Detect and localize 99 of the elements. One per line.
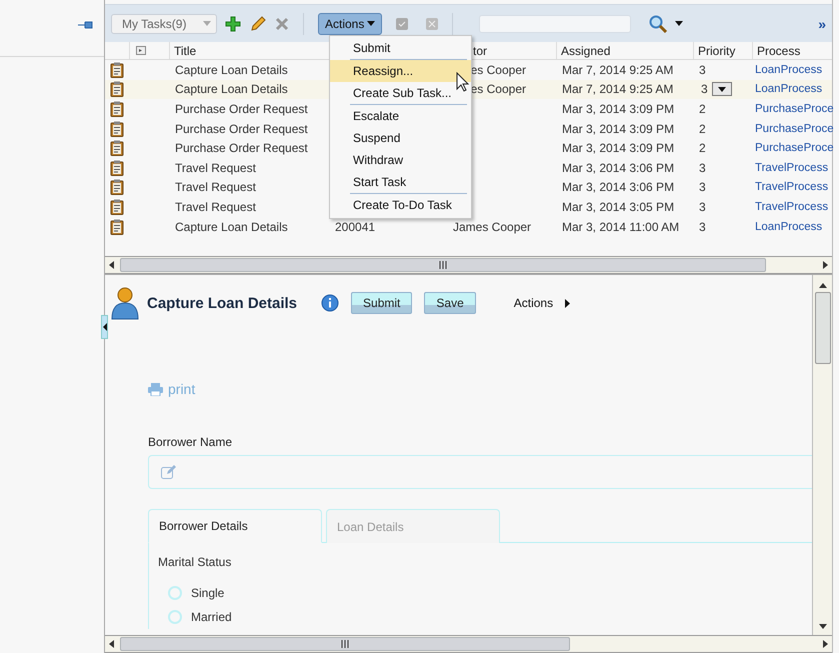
clipboard-icon (110, 62, 124, 78)
menu-item[interactable]: Escalate (330, 105, 471, 127)
radio-label: Single (191, 586, 224, 600)
scroll-left-icon[interactable] (109, 640, 114, 648)
table-cell-text: Mar 3, 2014 11:00 AM (561, 220, 680, 234)
expand-arrow-icon[interactable] (565, 298, 570, 308)
clipboard-icon (110, 160, 124, 176)
clipboard-icon (110, 179, 124, 196)
caret-icon[interactable] (675, 21, 684, 26)
actions-button[interactable]: Actions (318, 12, 382, 34)
user-icon (111, 286, 139, 320)
horizontal-scrollbar[interactable] (105, 256, 832, 274)
task-title[interactable]: Travel Request (169, 160, 262, 175)
process-link[interactable]: LoanProcess (752, 220, 832, 233)
table-cell-text: Mar 7, 2014 9:25 AM (561, 62, 674, 77)
process-link[interactable]: PurchaseProce (752, 142, 832, 154)
add-icon[interactable] (225, 16, 241, 32)
table-cell-text: 3 (698, 200, 707, 214)
field-label: Borrower Name (148, 435, 232, 449)
form-button[interactable]: Submit (351, 292, 412, 314)
clipboard-icon (110, 198, 124, 215)
collapse-handle[interactable] (101, 315, 108, 339)
table-cell-text: 3 (698, 180, 707, 194)
table-cell-text: Mar 7, 2014 9:25 AM (561, 82, 674, 96)
menu-item[interactable]: Suspend (330, 127, 471, 149)
clipboard-icon (110, 218, 124, 235)
scroll-up-icon[interactable] (818, 283, 826, 288)
task-title[interactable]: Purchase Order Request (169, 141, 314, 156)
borrower-name-field[interactable] (148, 455, 812, 489)
section-label: Marital Status (158, 555, 232, 569)
form-tab[interactable]: Borrower Details (148, 509, 322, 543)
column-header[interactable]: Priority (693, 42, 752, 59)
process-link[interactable]: TravelProcess (752, 200, 832, 213)
process-link[interactable]: LoanProcess (752, 64, 832, 76)
menu-item[interactable]: Withdraw (330, 149, 471, 171)
task-title[interactable]: Travel Request (169, 200, 262, 214)
task-title[interactable]: Travel Request (169, 180, 262, 194)
task-title[interactable]: Capture Loan Details (169, 62, 294, 77)
table-cell-text: 200041 (334, 220, 376, 234)
radio-label: Married (191, 610, 232, 624)
task-title[interactable]: Purchase Order Request (169, 122, 314, 136)
clipboard-icon (110, 100, 124, 117)
caret-icon (367, 21, 376, 26)
info-icon[interactable] (321, 294, 340, 312)
search-icon[interactable] (649, 14, 668, 32)
table-cell-text: 3 (698, 220, 707, 234)
table-cell-text: James Cooper (452, 220, 532, 234)
table-cell-text: 2 (698, 102, 707, 116)
radio-button[interactable] (168, 610, 182, 624)
table-cell-text: Mar 3, 2014 3:06 PM (561, 160, 676, 175)
scroll-down-icon[interactable] (818, 624, 826, 629)
form-title: Capture Loan Details (147, 294, 298, 312)
process-link[interactable]: LoanProcess (752, 83, 832, 96)
scrollbar-thumb[interactable] (814, 292, 830, 364)
menu-item[interactable]: Start Task (330, 171, 471, 193)
printer-icon (148, 382, 163, 396)
table-cell-text: Mar 3, 2014 3:05 PM (561, 200, 676, 214)
form-button[interactable]: Save (424, 292, 476, 314)
more-icon[interactable]: » (818, 16, 826, 32)
column-header[interactable]: Assigned (556, 42, 693, 59)
edit-icon (161, 465, 176, 479)
menu-item[interactable]: Create To-Do Task (330, 194, 471, 216)
table-cell-text: Mar 3, 2014 3:09 PM (561, 122, 676, 136)
vertical-scrollbar[interactable] (812, 275, 832, 635)
scroll-right-icon[interactable] (823, 261, 828, 269)
grip-icon[interactable] (341, 640, 349, 648)
view-dropdown[interactable]: My Tasks(9) (111, 14, 217, 34)
pin-icon[interactable] (78, 20, 94, 30)
clipboard-icon (110, 140, 124, 156)
grip-icon[interactable] (439, 261, 447, 269)
process-link[interactable]: PurchaseProce (752, 102, 832, 115)
scroll-right-icon[interactable] (823, 640, 828, 648)
radio-button[interactable] (168, 586, 182, 600)
table-cell-text: 3 (698, 62, 707, 77)
process-link[interactable]: TravelProcess (752, 181, 832, 194)
actions-link[interactable]: Actions (514, 296, 554, 310)
menu-item[interactable]: Reassign... (330, 60, 471, 82)
menu-item[interactable]: Submit (330, 37, 471, 59)
column-header[interactable]: Process (752, 42, 832, 59)
process-link[interactable]: TravelProcess (752, 162, 832, 174)
table-cell-text: Mar 3, 2014 3:09 PM (561, 102, 676, 116)
task-title[interactable]: Purchase Order Request (169, 102, 314, 116)
menu-item[interactable]: Create Sub Task... (330, 82, 471, 104)
pencil-icon[interactable] (249, 14, 267, 32)
scroll-left-icon[interactable] (109, 261, 114, 269)
table-cell-text: Mar 3, 2014 3:06 PM (561, 180, 676, 194)
table-cell-text: 3 (700, 82, 708, 96)
process-link[interactable]: PurchaseProce (752, 122, 832, 135)
column-picker-icon[interactable] (136, 46, 146, 55)
table-cell-text: 2 (698, 122, 707, 136)
priority-dropdown[interactable] (712, 82, 732, 96)
caret-icon (718, 86, 726, 92)
table-cell-text: 3 (698, 160, 707, 175)
task-title[interactable]: Capture Loan Details (169, 220, 294, 234)
search-field[interactable] (479, 14, 632, 32)
table-cell-text: 2 (698, 141, 707, 156)
table-cell-text: Mar 3, 2014 3:09 PM (561, 141, 676, 156)
horizontal-scrollbar[interactable] (105, 635, 832, 653)
clipboard-icon (110, 120, 124, 137)
